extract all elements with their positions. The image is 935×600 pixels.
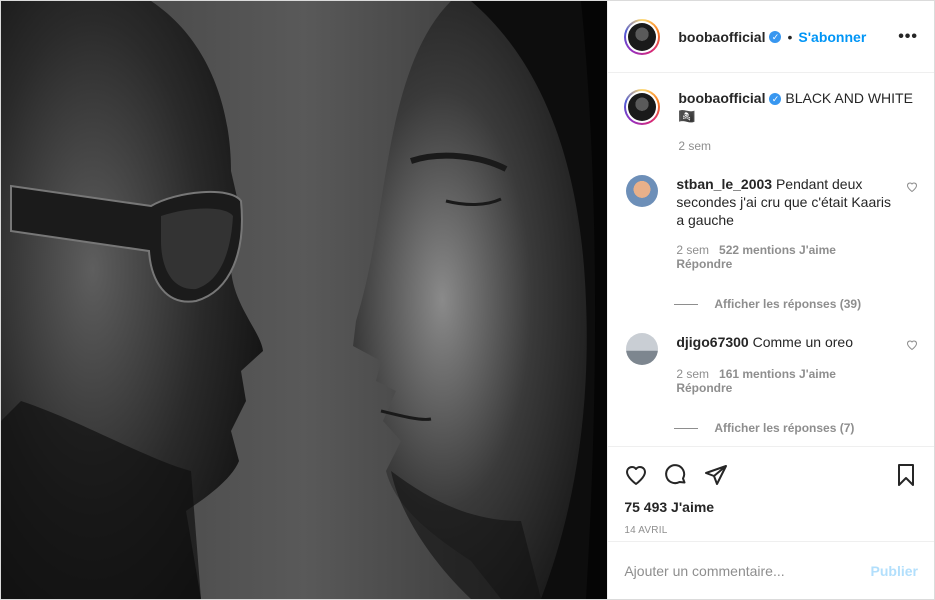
comment-avatar[interactable] xyxy=(626,333,659,365)
comment-icon[interactable] xyxy=(664,463,688,487)
comment-heart-icon[interactable] xyxy=(906,181,918,193)
replies-divider xyxy=(674,303,699,305)
view-replies-button[interactable]: Afficher les réponses (39) xyxy=(674,297,918,311)
comment-time[interactable]: 2 sem xyxy=(676,367,709,381)
caption: boobaofficial ✓ BLACK AND WHITE 🏴‍☠️ 2 se… xyxy=(624,89,918,155)
verified-badge-icon: ✓ xyxy=(769,93,782,106)
comment-item: djigo67300 Comme un oreo 2 sem 161 mentio… xyxy=(624,333,918,395)
comment-likes[interactable]: 161 mentions J'aime xyxy=(719,367,836,381)
more-options-icon[interactable]: ••• xyxy=(898,28,918,46)
comment-input[interactable] xyxy=(624,562,871,579)
view-replies-label: Afficher les réponses (39) xyxy=(714,297,862,311)
post-dialog: boobaofficial ✓ • S'abonner ••• boobaoff… xyxy=(0,0,935,600)
view-replies-label: Afficher les réponses (7) xyxy=(714,421,855,435)
likes-count[interactable]: 75 493 J'aime xyxy=(624,499,918,515)
post-header: boobaofficial ✓ • S'abonner ••• xyxy=(608,1,934,73)
publish-button[interactable]: Publier xyxy=(871,563,918,579)
portrait-photo xyxy=(1,1,608,599)
post-actions: 75 493 J'aime 14 AVRIL xyxy=(608,446,934,541)
comment-avatar[interactable] xyxy=(626,175,659,207)
post-image[interactable] xyxy=(1,1,608,599)
replies-divider xyxy=(674,427,699,429)
comment-username[interactable]: stban_le_2003 xyxy=(676,176,772,192)
add-comment-form: Publier xyxy=(608,541,934,599)
bookmark-icon[interactable] xyxy=(894,463,918,487)
post-date[interactable]: 14 AVRIL xyxy=(624,525,918,536)
author-username[interactable]: boobaofficial xyxy=(678,29,765,45)
comment-time[interactable]: 2 sem xyxy=(676,243,709,257)
comment-item: stban_le_2003 Pendant deux secondes j'ai… xyxy=(624,175,918,271)
post-sidebar: boobaofficial ✓ • S'abonner ••• boobaoff… xyxy=(607,1,934,599)
comment-username[interactable]: djigo67300 xyxy=(676,334,748,350)
author-avatar[interactable] xyxy=(624,18,661,55)
comments-list[interactable]: boobaofficial ✓ BLACK AND WHITE 🏴‍☠️ 2 se… xyxy=(608,73,934,446)
reply-button[interactable]: Répondre xyxy=(676,381,891,395)
follow-button[interactable]: S'abonner xyxy=(798,29,866,45)
separator-dot: • xyxy=(787,28,793,45)
caption-username[interactable]: boobaofficial xyxy=(678,90,765,106)
reply-button[interactable]: Répondre xyxy=(676,257,891,271)
comment-heart-icon[interactable] xyxy=(906,339,918,351)
paper-plane-icon[interactable] xyxy=(704,463,728,487)
comment-likes[interactable]: 522 mentions J'aime xyxy=(719,243,836,257)
verified-badge-icon: ✓ xyxy=(769,30,782,43)
caption-time[interactable]: 2 sem xyxy=(678,137,918,155)
caption-avatar[interactable] xyxy=(624,89,661,125)
comment-text: Comme un oreo xyxy=(752,334,853,350)
heart-icon[interactable] xyxy=(624,463,648,487)
view-replies-button[interactable]: Afficher les réponses (7) xyxy=(674,421,918,435)
